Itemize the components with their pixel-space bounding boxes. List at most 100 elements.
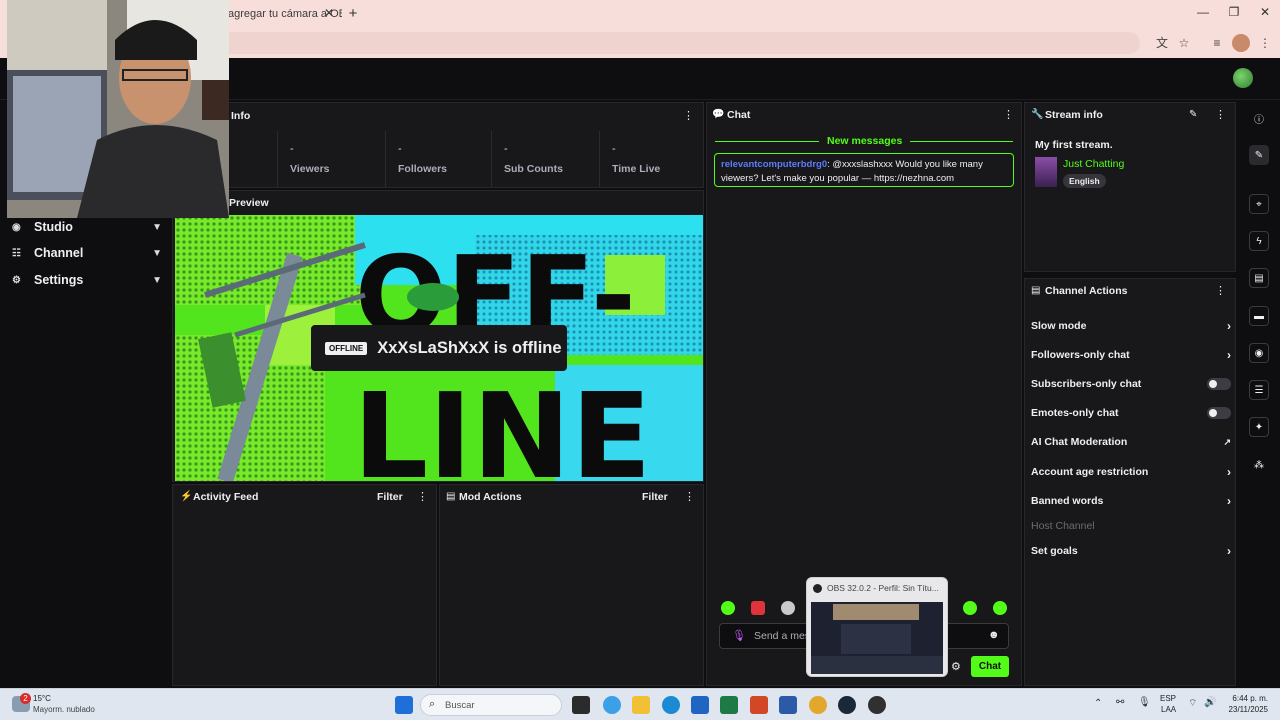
action-banned-words[interactable]: Banned words › [1031, 491, 1231, 511]
action-ai-chat-moderation[interactable]: AI Chat Moderation ↗ [1031, 432, 1231, 452]
studio-icon: ◉ [12, 221, 21, 233]
stat-label: Viewers [290, 163, 330, 175]
wrench-icon[interactable]: ✦ [1249, 417, 1269, 437]
search-icon: ⌕ [429, 698, 436, 710]
stat-sub-counts: - Sub Counts [491, 131, 599, 187]
clock-time[interactable]: 6:44 p. m. [1228, 694, 1268, 703]
info-icon[interactable]: ⓘ [1249, 108, 1269, 128]
layout-icon[interactable]: ☰ [1249, 380, 1269, 400]
kebab-menu-icon[interactable]: ⋮ [1215, 284, 1226, 297]
stat-viewers: - Viewers [277, 131, 385, 187]
subscribers-only-toggle[interactable] [1207, 378, 1231, 390]
taskbar-search[interactable]: ⌕ Buscar [420, 694, 562, 716]
action-label: Account age restriction [1031, 466, 1149, 478]
emote-icon[interactable] [963, 601, 977, 615]
edge-icon[interactable] [662, 696, 680, 714]
copilot-icon[interactable] [603, 696, 621, 714]
weather-badge: 2 [20, 693, 31, 704]
file-explorer-icon[interactable] [632, 696, 650, 714]
task-view-icon[interactable] [572, 696, 590, 714]
language-tag[interactable]: English [1063, 174, 1106, 188]
action-set-goals[interactable]: Set goals › [1031, 541, 1231, 561]
action-slow-mode[interactable]: Slow mode › [1031, 316, 1231, 336]
window-close-button[interactable]: ✕ [1255, 5, 1275, 21]
microphone-icon[interactable]: 🎙 [732, 629, 746, 642]
chrome-icon[interactable] [809, 696, 827, 714]
volume-icon[interactable]: 🔊 [1204, 697, 1216, 708]
document-icon[interactable]: ▤ [1249, 268, 1269, 288]
kebab-menu-icon[interactable]: ⋮ [683, 109, 694, 122]
chevron-up-icon[interactable]: ⌃ [1094, 698, 1102, 709]
powerpoint-icon[interactable] [750, 696, 768, 714]
kebab-menu-icon[interactable]: ⋮ [1003, 108, 1014, 121]
activity-filter-button[interactable]: Filter [377, 491, 403, 503]
obs-window-title: OBS 32.0.2 - Perfil: Sin Títu... [827, 583, 939, 593]
minimize-button[interactable]: — [1193, 5, 1213, 21]
restore-button[interactable]: ❐ [1224, 5, 1244, 21]
webcam-feed [7, 0, 229, 218]
language-indicator-top[interactable]: ESP [1160, 694, 1176, 703]
chat-settings-gear-icon[interactable]: ⚙ [951, 660, 961, 673]
sidebar-item-settings[interactable]: ⚙ Settings ▼ [12, 269, 162, 291]
stat-label: Time Live [612, 163, 661, 175]
emotes-only-toggle[interactable] [1207, 407, 1231, 419]
chat-send-button[interactable]: Chat [971, 656, 1009, 677]
network-icon[interactable]: ⚯ [1116, 697, 1124, 708]
weather-description: Mayorm. nublado [33, 705, 95, 714]
bookmark-star-icon[interactable]: ☆ [1175, 34, 1193, 52]
browser-menu-icon[interactable]: ⋮ [1256, 34, 1274, 52]
microphone-icon[interactable]: 🎙 [1138, 697, 1151, 708]
category-thumbnail[interactable] [1035, 157, 1057, 187]
emote-icon[interactable] [993, 601, 1007, 615]
category-link[interactable]: Just Chatting [1063, 158, 1124, 170]
chevron-right-icon: › [1227, 348, 1231, 362]
chat-username[interactable]: relevantcomputerbdrg0 [721, 159, 827, 170]
steam-icon[interactable] [838, 696, 856, 714]
user-avatar[interactable] [1233, 68, 1253, 88]
channel-icon: ☷ [12, 247, 21, 259]
action-followers-only-chat[interactable]: Followers-only chat › [1031, 345, 1231, 365]
kebab-menu-icon[interactable]: ⋮ [684, 490, 695, 503]
wifi-icon[interactable]: ⌔ [1188, 697, 1197, 710]
obs-taskbar-icon[interactable] [868, 696, 886, 714]
excel-icon[interactable] [720, 696, 738, 714]
windows-start-icon[interactable] [395, 696, 413, 714]
lightning-icon[interactable]: ϟ [1249, 231, 1269, 251]
mod-filter-button[interactable]: Filter [642, 491, 668, 503]
obs-window-thumbnail [811, 602, 943, 674]
kebab-menu-icon[interactable]: ⋮ [417, 490, 428, 503]
emoji-icon[interactable]: ☻ [988, 629, 1000, 641]
omnibox[interactable] [210, 32, 1140, 54]
word-icon[interactable] [779, 696, 797, 714]
edit-pencil-icon[interactable]: ✎ [1189, 109, 1197, 120]
sidebar-item-channel[interactable]: ☷ Channel ▼ [12, 242, 162, 264]
emote-icon[interactable] [781, 601, 795, 615]
target-icon[interactable]: ⌖ [1249, 194, 1269, 214]
broadcast-icon[interactable]: ◉ [1249, 343, 1269, 363]
gear-icon: ⚙ [12, 274, 21, 286]
action-account-age-restriction[interactable]: Account age restriction › [1031, 462, 1231, 482]
sidebar-item-studio[interactable]: ◉ Studio ▼ [12, 216, 162, 238]
reading-list-icon[interactable]: ≡ [1208, 34, 1226, 52]
action-host-channel: Host Channel [1031, 516, 1231, 536]
edit-pencil-icon[interactable]: ✎ [1249, 145, 1269, 165]
translate-icon[interactable]: 文 [1153, 34, 1171, 52]
tab-close-icon[interactable]: ✕ [323, 6, 335, 20]
action-subscribers-only-chat: Subscribers-only chat [1031, 374, 1231, 394]
share-icon[interactable]: ⁂ [1249, 455, 1269, 475]
new-tab-button[interactable]: + [346, 5, 360, 22]
emote-icon[interactable] [751, 601, 765, 615]
sidebar-item-label: Channel [34, 246, 84, 260]
kebab-menu-icon[interactable]: ⋮ [1215, 108, 1226, 121]
language-indicator-bottom[interactable]: LAA [1161, 705, 1176, 714]
stream-title: My first stream. [1035, 139, 1113, 151]
chat-bubble-icon[interactable]: ▬ [1249, 306, 1269, 326]
emote-icon[interactable] [721, 601, 735, 615]
clock-date[interactable]: 23/11/2025 [1222, 705, 1268, 714]
lightning-icon: ⚡ [180, 491, 193, 502]
external-link-icon: ↗ [1223, 436, 1231, 447]
profile-avatar[interactable] [1232, 34, 1250, 52]
offline-status-text: XxXsLaShXxX is offline [377, 338, 562, 357]
store-icon[interactable] [691, 696, 709, 714]
obs-taskbar-preview[interactable]: OBS 32.0.2 - Perfil: Sin Títu... [806, 577, 948, 677]
